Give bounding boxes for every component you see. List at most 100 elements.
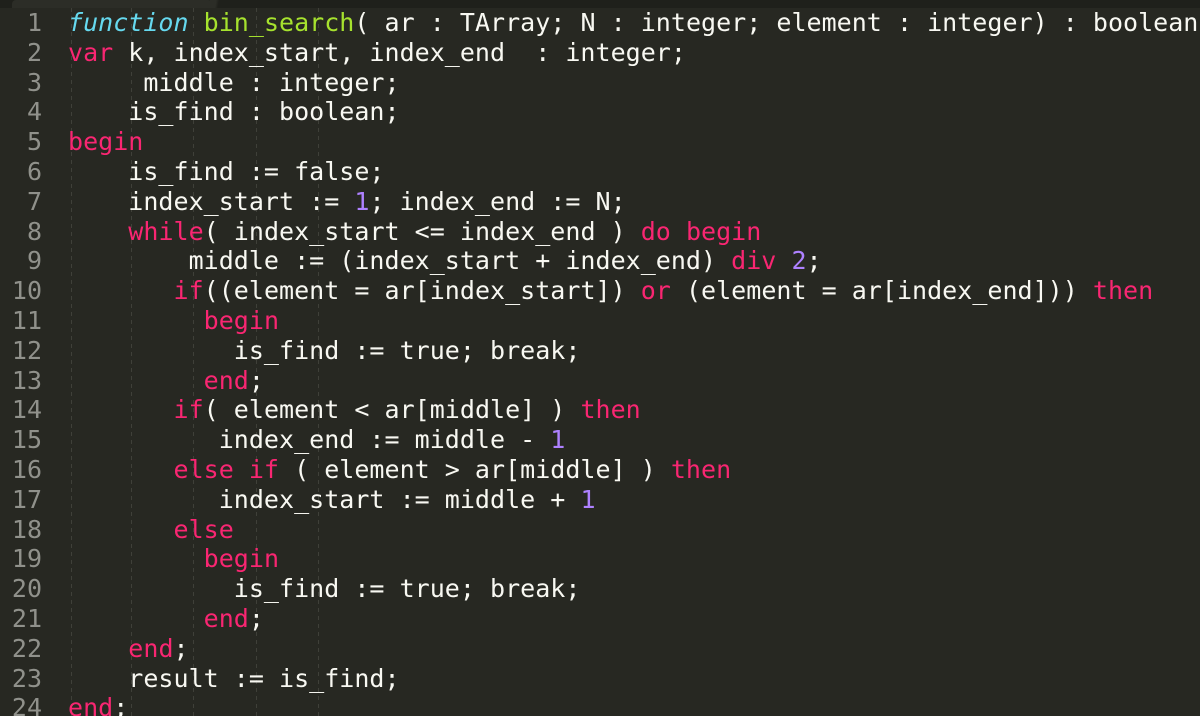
code-line-3[interactable]: middle : integer; bbox=[68, 68, 400, 98]
code-line-12[interactable]: is_find := true; break; bbox=[68, 336, 581, 366]
code-line-19[interactable]: begin bbox=[68, 544, 279, 574]
line-number-10: 10 bbox=[11, 276, 42, 306]
token-kw: if bbox=[173, 276, 204, 306]
code-line-5[interactable]: begin bbox=[68, 127, 143, 157]
line-number-19: 19 bbox=[11, 544, 42, 574]
token-plain: index_start := middle + bbox=[68, 484, 581, 514]
token-kw: div bbox=[731, 246, 777, 276]
token-kw: then bbox=[670, 455, 732, 484]
token-kw: else if bbox=[173, 455, 279, 484]
line-number-13: 13 bbox=[11, 365, 42, 395]
token-kw: or bbox=[640, 276, 671, 306]
code-line-20[interactable]: is_find := true; break; bbox=[68, 574, 581, 604]
line-number-1: 1 bbox=[26, 8, 42, 37]
token-plain: is_find : boolean; bbox=[68, 97, 400, 127]
line-number-8: 8 bbox=[26, 216, 42, 246]
token-kw: if bbox=[173, 395, 204, 425]
code-line-1[interactable]: function bin_search( ar : TArray; N : in… bbox=[68, 8, 1200, 38]
token-kw: then bbox=[1092, 276, 1154, 306]
token-plain: ; bbox=[248, 365, 264, 395]
token-plain: ( ar : TArray; N : integer; element : in… bbox=[354, 8, 1200, 37]
token-kw: while bbox=[128, 216, 204, 246]
token-kw: begin bbox=[68, 127, 144, 157]
code-line-4[interactable]: is_find : boolean; bbox=[68, 97, 400, 127]
line-number-17: 17 bbox=[11, 484, 42, 514]
code-line-16[interactable]: else if ( element > ar[middle] ) then bbox=[68, 455, 732, 485]
token-num: 1 bbox=[354, 186, 370, 216]
token-kw: else bbox=[173, 514, 234, 544]
code-line-15[interactable]: index_end := middle - 1 bbox=[68, 425, 566, 455]
token-num: 1 bbox=[580, 484, 596, 514]
line-number-5: 5 bbox=[26, 127, 42, 157]
token-plain: k, index_start, index_end : integer; bbox=[113, 37, 686, 67]
code-line-17[interactable]: index_start := middle + 1 bbox=[68, 485, 596, 515]
line-number-21: 21 bbox=[11, 604, 42, 633]
token-plain: is_find := false; bbox=[68, 157, 385, 186]
code-line-10[interactable]: if((element = ar[index_start]) or (eleme… bbox=[68, 276, 1154, 306]
token-kw: begin bbox=[203, 544, 280, 574]
line-number-9: 9 bbox=[26, 246, 42, 276]
code-line-23[interactable]: result := is_find; bbox=[68, 664, 400, 694]
editor-tab-strip bbox=[0, 0, 1200, 8]
line-number-16: 16 bbox=[11, 455, 42, 484]
token-plain: is_find := true; break; bbox=[68, 574, 581, 604]
token-plain: ; bbox=[248, 604, 264, 633]
editor-tab[interactable] bbox=[12, 0, 212, 8]
token-plain: middle := (index_start + index_end) bbox=[68, 246, 732, 276]
line-number-gutter: 1 2 3 4 5 6 7 8 9 10 11 12 13 14 15 16 17 18 19 20 21 22 23 24 bbox=[0, 8, 56, 716]
line-number-11: 11 bbox=[11, 306, 42, 335]
code-line-14[interactable]: if( element < ar[middle] ) then bbox=[68, 395, 641, 425]
token-num: 2 bbox=[791, 246, 807, 276]
code-line-24[interactable]: end; bbox=[68, 693, 128, 716]
line-number-3: 3 bbox=[26, 67, 42, 97]
editor-tab-edge bbox=[210, 0, 224, 8]
line-number-20: 20 bbox=[11, 574, 42, 604]
token-kw: end bbox=[203, 604, 249, 633]
token-plain: ( index_start <= index_end ) bbox=[203, 216, 641, 246]
code-editor: 1 2 3 4 5 6 7 8 9 10 11 12 13 14 15 16 17 18 19 20 21 22 23 24 … bbox=[0, 0, 1200, 716]
code-line-7[interactable]: index_start := 1; index_end := N; bbox=[68, 187, 626, 217]
code-line-2[interactable]: var k, index_start, index_end : integer; bbox=[68, 38, 686, 68]
token-plain: result := is_find; bbox=[68, 663, 400, 693]
line-number-14: 14 bbox=[11, 395, 42, 425]
token-plain: (element = ar[index_end])) bbox=[670, 276, 1093, 306]
code-line-18[interactable]: else bbox=[68, 515, 234, 545]
line-number-18: 18 bbox=[11, 514, 42, 544]
token-plain: ; bbox=[113, 693, 129, 716]
token-kw: end bbox=[203, 365, 249, 395]
token-kw: begin bbox=[203, 306, 280, 335]
token-plain: index_start := bbox=[68, 186, 355, 216]
code-content[interactable]: function bin_search( ar : TArray; N : in… bbox=[68, 8, 1200, 716]
code-line-13[interactable]: end; bbox=[68, 366, 264, 396]
token-plain: ; bbox=[806, 246, 822, 276]
token-num: 1 bbox=[550, 425, 566, 455]
token-name: bin_search bbox=[203, 8, 355, 37]
line-number-6: 6 bbox=[26, 157, 42, 186]
token-kw: end bbox=[68, 693, 114, 716]
token-plain: ((element = ar[index_start]) bbox=[203, 276, 641, 306]
line-number-24: 24 bbox=[11, 693, 42, 716]
code-line-11[interactable]: begin bbox=[68, 306, 279, 336]
token-plain: ; index_end := N; bbox=[369, 186, 626, 216]
line-number-15: 15 bbox=[11, 425, 42, 455]
token-kw: var bbox=[68, 37, 114, 67]
code-line-9[interactable]: middle := (index_start + index_end) div … bbox=[68, 246, 822, 276]
code-line-22[interactable]: end; bbox=[68, 634, 189, 664]
token-plain: index_end := middle - bbox=[68, 425, 551, 455]
code-line-21[interactable]: end; bbox=[68, 604, 264, 634]
code-line-8[interactable]: while( index_start <= index_end ) do beg… bbox=[68, 217, 761, 247]
code-line-6[interactable]: is_find := false; bbox=[68, 157, 385, 187]
token-plain: ( element < ar[middle] ) bbox=[203, 395, 581, 425]
line-number-23: 23 bbox=[11, 663, 42, 693]
token-kw: then bbox=[580, 395, 641, 425]
